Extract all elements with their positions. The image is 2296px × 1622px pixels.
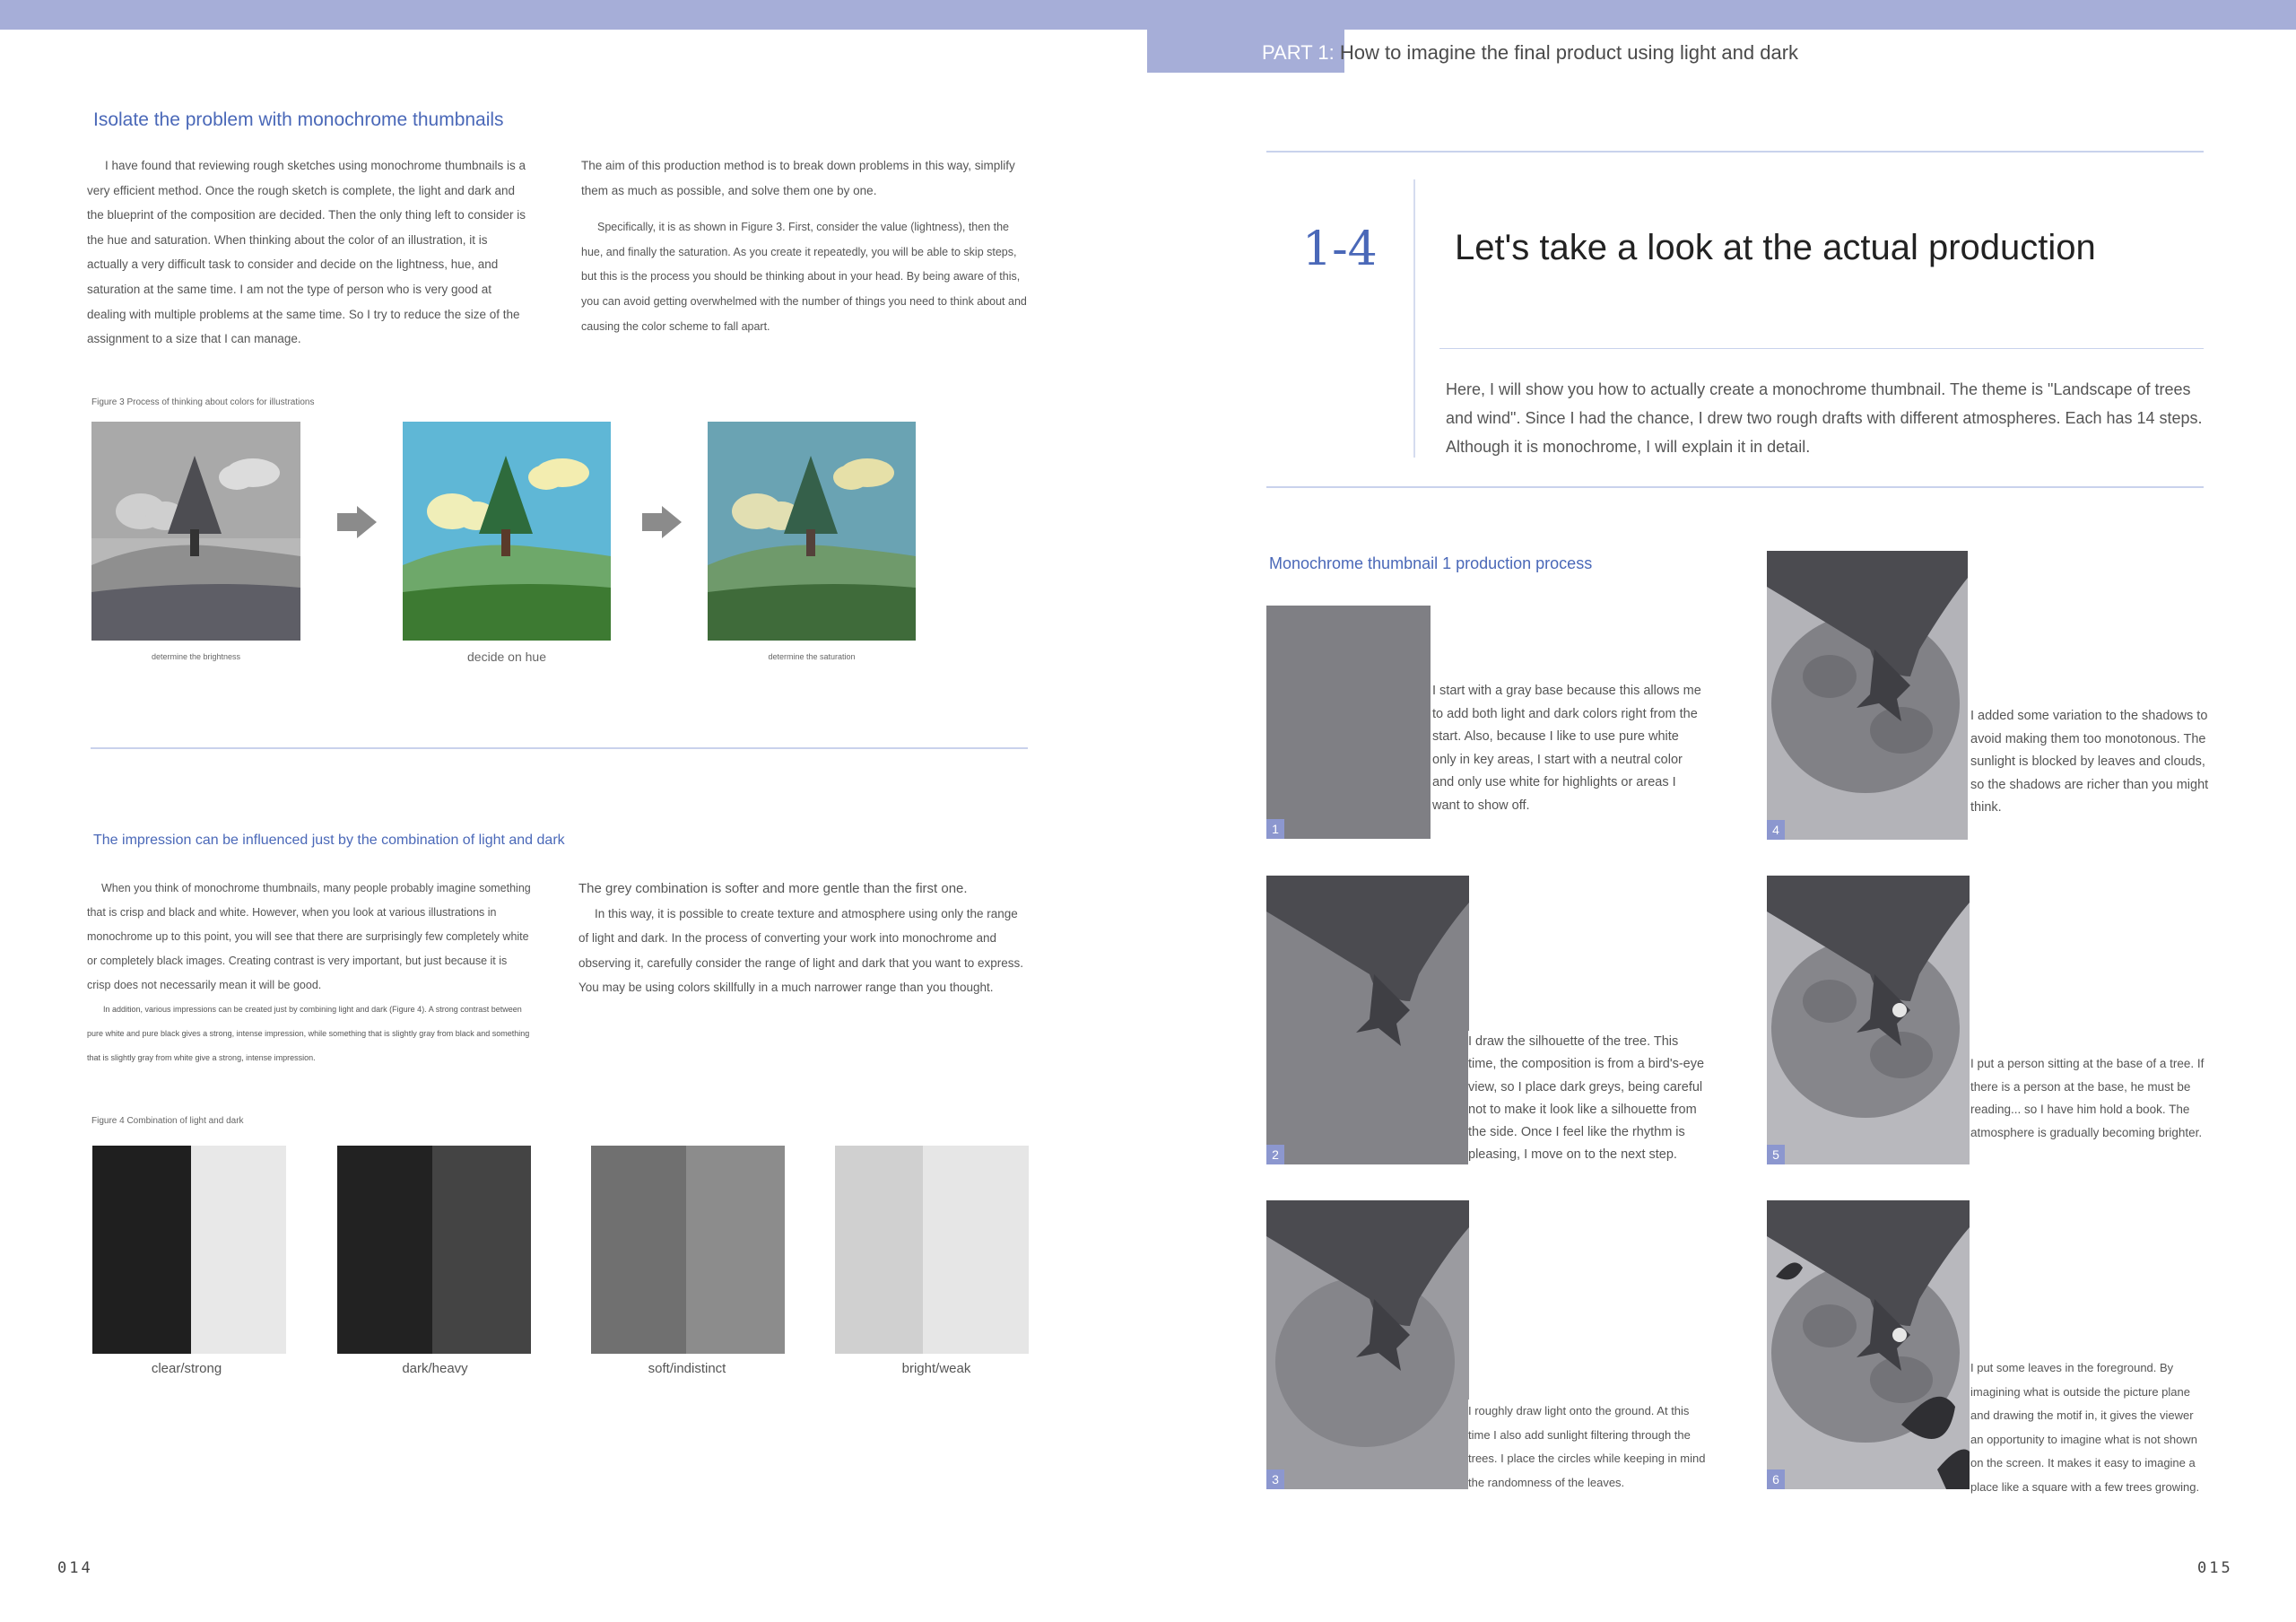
figure4-swatch-bright-weak: [835, 1146, 1029, 1354]
step5-text: I put a person sitting at the base of a …: [1970, 1052, 2209, 1144]
step6-number-badge: 6: [1767, 1469, 1785, 1489]
page-number-right: 015: [2197, 1559, 2233, 1577]
section-intro: Here, I will show you how to actually cr…: [1446, 380, 2203, 456]
arrow-head-icon-2: [662, 506, 682, 538]
section2-column1: When you think of monochrome thumbnails,…: [87, 876, 531, 1070]
section-divider: [91, 747, 1028, 749]
step1-thumbnail: 1: [1266, 606, 1431, 839]
step5-number-badge: 5: [1767, 1145, 1785, 1164]
step1-text: I start with a gray base because this al…: [1432, 680, 1706, 817]
section-number: 1-4: [1302, 222, 1378, 276]
step3-thumbnail: 3: [1266, 1200, 1469, 1489]
figure4-label-clear-strong: clear/strong: [151, 1361, 222, 1376]
section2-col1-para2: In addition, various impressions can be …: [87, 1005, 530, 1062]
section1-column1: I have found that reviewing rough sketch…: [87, 159, 526, 346]
figure4-label-bright-weak: bright/weak: [901, 1361, 971, 1376]
section-heading-impression: The impression can be influenced just by…: [93, 833, 565, 848]
step4-thumbnail: 4: [1767, 551, 1968, 840]
running-header: PART 1: How to imagine the final product…: [1262, 41, 1798, 65]
step6-text: I put some leaves in the foreground. By …: [1970, 1356, 2209, 1499]
top-accent-bar-left: [0, 0, 1147, 30]
section-title: Let's take a look at the actual producti…: [1455, 228, 2096, 267]
arrow-icon-2: [642, 513, 662, 531]
arrow-icon-1: [337, 513, 357, 531]
figure4-label-dark-heavy: dark/heavy: [402, 1361, 468, 1376]
right-top-rule: [1266, 151, 2204, 153]
step2-text: I draw the silhouette of the tree. This …: [1468, 1031, 1706, 1167]
step4-number-badge: 4: [1767, 820, 1785, 840]
figure4-swatch-soft-indistinct: [591, 1146, 785, 1354]
section2-col2-para1: The grey combination is softer and more …: [578, 881, 968, 896]
arrow-head-icon-1: [357, 506, 377, 538]
figure4-swatch-clear-strong: [92, 1146, 286, 1354]
process-heading: Monochrome thumbnail 1 production proces…: [1269, 554, 1593, 572]
figure3-caption: Figure 3 Process of thinking about color…: [91, 397, 315, 407]
section2-col1-para1: When you think of monochrome thumbnails,…: [87, 882, 531, 991]
title-underline: [1439, 348, 2204, 349]
section1-column2: The aim of this production method is to …: [581, 153, 1030, 339]
section1-col2-para2: Specifically, it is as shown in Figure 3…: [581, 221, 1027, 333]
step6-thumbnail: 6: [1767, 1200, 1970, 1489]
figure4-caption: Figure 4 Combination of light and dark: [91, 1116, 244, 1126]
figure3-image-saturation: [708, 422, 916, 641]
step3-text: I roughly draw light onto the ground. At…: [1468, 1400, 1706, 1495]
section-heading-isolate: Isolate the problem with monochrome thum…: [93, 109, 504, 130]
part-title: How to imagine the final product using l…: [1339, 41, 1799, 64]
section-vertical-rule: [1413, 179, 1415, 458]
figure4-label-soft-indistinct: soft/indistinct: [648, 1361, 726, 1376]
figure4-swatch-dark-heavy: [337, 1146, 531, 1354]
step4-text: I added some variation to the shadows to…: [1970, 705, 2209, 820]
section2-column2: The grey combination is softer and more …: [578, 876, 1027, 1000]
figure3-label-brightness: determine the brightness: [151, 652, 241, 661]
section2-col2-para2: In this way, it is possible to create te…: [578, 906, 1024, 995]
figure3-image-hue: [403, 422, 611, 641]
figure3-image-brightness: [91, 422, 300, 641]
step2-number-badge: 2: [1266, 1145, 1284, 1164]
section1-col2-para1: The aim of this production method is to …: [581, 159, 1015, 197]
step1-number-badge: 1: [1266, 819, 1284, 839]
page-number-left: 014: [57, 1559, 93, 1577]
step2-thumbnail: 2: [1266, 876, 1469, 1164]
right-mid-rule: [1266, 486, 2204, 488]
step3-number-badge: 3: [1266, 1469, 1284, 1489]
top-accent-bar-right: [1147, 0, 2296, 30]
figure3-label-hue: decide on hue: [467, 650, 546, 664]
part-label: PART 1:: [1262, 41, 1335, 64]
step5-thumbnail: 5: [1767, 876, 1970, 1164]
figure3-label-saturation: determine the saturation: [768, 652, 856, 661]
